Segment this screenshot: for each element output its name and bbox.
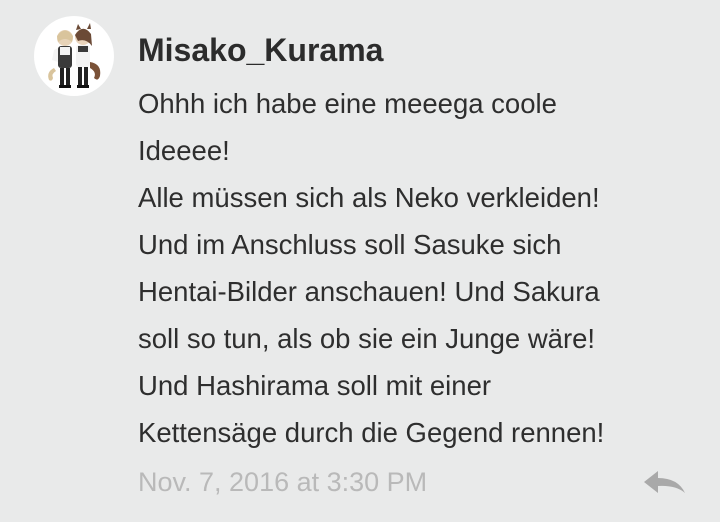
message-line: Alle müssen sich als Neko verkleiden! [138, 182, 600, 213]
message-line: Ideeee! [138, 135, 230, 166]
reply-arrow-icon [644, 471, 685, 493]
reply-button[interactable] [638, 466, 690, 498]
comment-message: Ohhh ich habe eine meeega coole Ideeee! … [138, 80, 698, 456]
message-line: Und im Anschluss soll Sasuke sich [138, 229, 562, 260]
message-line: Kettensäge durch die Gegend rennen! [138, 417, 605, 448]
message-line: Und Hashirama soll mit einer [138, 370, 492, 401]
message-line: soll so tun, als ob sie ein Junge wäre! [138, 323, 596, 354]
message-line: Ohhh ich habe eine meeega coole [138, 88, 557, 119]
user-avatar[interactable] [34, 16, 114, 96]
comment-timestamp: Nov. 7, 2016 at 3:30 PM [138, 467, 428, 497]
anime-characters-avatar-icon [48, 23, 101, 88]
username[interactable]: Misako_Kurama [138, 28, 383, 72]
comment-card: Misako_Kurama Ohhh ich habe eine meeega … [0, 0, 720, 522]
message-line: Hentai-Bilder anschauen! Und Sakura [138, 276, 600, 307]
